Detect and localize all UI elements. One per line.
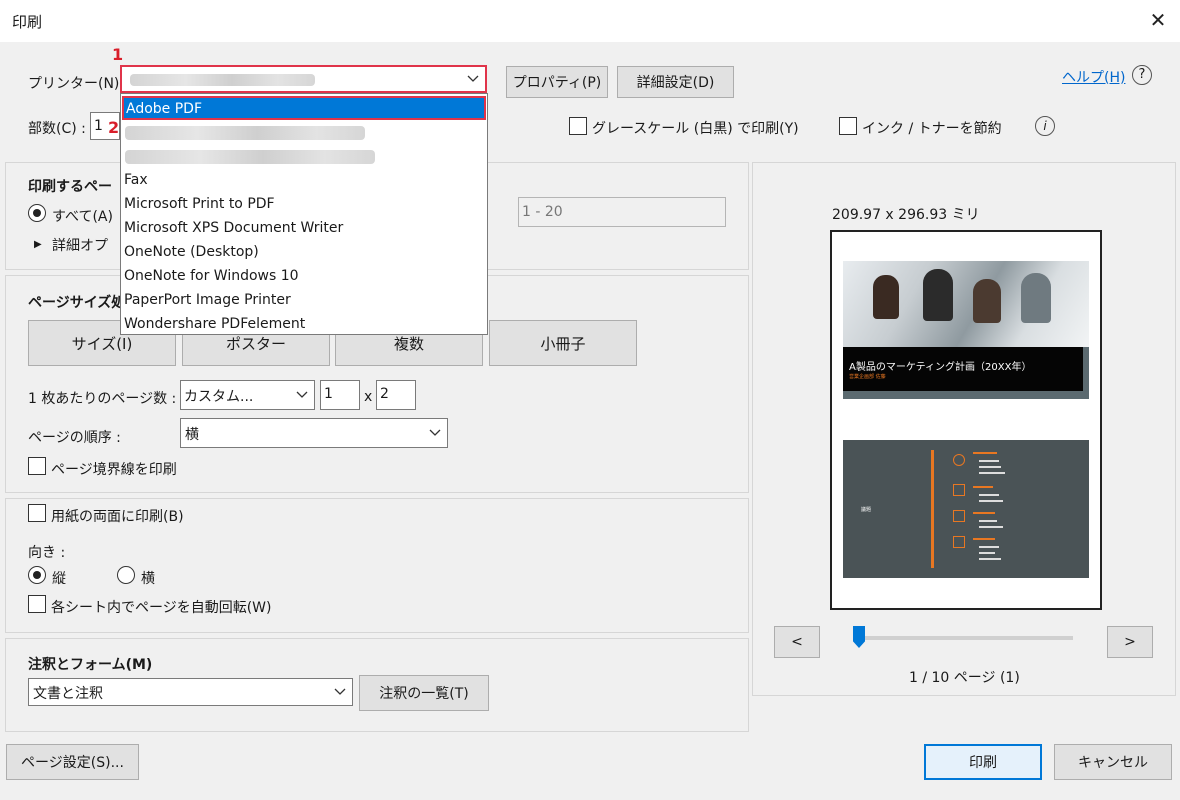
expand-triangle-icon[interactable]: ▶ bbox=[34, 239, 42, 250]
all-pages-label: すべて(A) bbox=[52, 209, 113, 225]
times-label: x bbox=[364, 389, 373, 405]
pages-per-sheet-select[interactable]: カスタム... bbox=[180, 380, 315, 410]
page-setup-button[interactable]: ページ設定(S)... bbox=[6, 744, 139, 780]
grayscale-label: グレースケール (白黒) で印刷(Y) bbox=[592, 121, 799, 137]
printer-option-onenote-desktop[interactable]: OneNote (Desktop) bbox=[124, 244, 259, 260]
comments-title: 注釈とフォーム(M) bbox=[28, 657, 153, 673]
auto-rotate-checkbox[interactable] bbox=[28, 595, 46, 613]
save-ink-checkbox[interactable] bbox=[839, 117, 857, 135]
page-range-input[interactable]: 1 - 20 bbox=[518, 197, 726, 227]
printer-option-ms-print-to-pdf[interactable]: Microsoft Print to PDF bbox=[124, 196, 275, 212]
save-ink-label: インク / トナーを節約 bbox=[862, 121, 1002, 137]
landscape-radio[interactable] bbox=[117, 566, 135, 584]
printer-option-fax[interactable]: Fax bbox=[124, 172, 148, 188]
help-icon[interactable]: ? bbox=[1132, 65, 1152, 85]
portrait-label: 縦 bbox=[52, 571, 66, 587]
window-title: 印刷 bbox=[12, 13, 43, 31]
redacted-printer-option[interactable] bbox=[125, 126, 365, 140]
pages-per-sheet-label: 1 枚あたりのページ数 : bbox=[28, 391, 177, 407]
pages-per-sheet-value: カスタム... bbox=[184, 389, 254, 405]
page-info: 1 / 10 ページ (1) bbox=[909, 670, 1020, 686]
comments-select[interactable]: 文書と注釈 bbox=[28, 678, 353, 706]
properties-button[interactable]: プロパティ(P) bbox=[506, 66, 608, 98]
cancel-button[interactable]: キャンセル bbox=[1054, 744, 1172, 780]
title-bar bbox=[0, 0, 1180, 42]
all-pages-radio[interactable] bbox=[28, 204, 46, 222]
rows-input[interactable]: 2 bbox=[376, 380, 416, 410]
slide2-image: 議題 bbox=[843, 440, 1089, 578]
auto-rotate-label: 各シート内でページを自動回転(W) bbox=[51, 600, 272, 616]
chevron-down-icon bbox=[290, 383, 314, 407]
page-order-label: ページの順序 : bbox=[28, 430, 121, 446]
duplex-label: 用紙の両面に印刷(B) bbox=[51, 509, 184, 525]
page-order-select[interactable]: 横 bbox=[180, 418, 448, 448]
close-icon[interactable]: ✕ bbox=[1146, 6, 1170, 34]
printer-option-wondershare[interactable]: Wondershare PDFelement bbox=[124, 316, 305, 332]
page-dimensions: 209.97 x 296.93 ミリ bbox=[832, 207, 980, 223]
copies-label: 部数(C) : bbox=[28, 121, 86, 137]
landscape-label: 横 bbox=[141, 571, 155, 587]
duplex-checkbox[interactable] bbox=[28, 504, 46, 522]
summarize-comments-button[interactable]: 注釈の一覧(T) bbox=[359, 675, 489, 711]
slide1-image: A製品のマーケティング計画（20XX年） 営業企画部 佐藤 bbox=[843, 261, 1089, 399]
printer-label: プリンター(N) : bbox=[28, 76, 129, 92]
marker-1: 1 bbox=[112, 45, 124, 64]
page-border-checkbox[interactable] bbox=[28, 457, 46, 475]
printer-select[interactable] bbox=[120, 65, 487, 93]
orientation-label: 向き : bbox=[28, 545, 66, 561]
redacted-printer-option[interactable] bbox=[125, 150, 375, 164]
portrait-radio[interactable] bbox=[28, 566, 46, 584]
printer-option-onenote-win10[interactable]: OneNote for Windows 10 bbox=[124, 268, 299, 284]
more-options-label[interactable]: 詳細オプ bbox=[52, 235, 108, 255]
page-order-value: 横 bbox=[185, 427, 199, 443]
prev-page-button[interactable]: < bbox=[774, 626, 820, 658]
page-border-label: ページ境界線を印刷 bbox=[51, 462, 177, 478]
slide1-title: A製品のマーケティング計画（20XX年） bbox=[849, 362, 1032, 373]
printer-dropdown-list: Adobe PDF Fax Microsoft Print to PDF Mic… bbox=[120, 93, 488, 335]
columns-input[interactable]: 1 bbox=[320, 380, 360, 410]
marker-2: 2 bbox=[108, 118, 120, 137]
page-slider-track[interactable] bbox=[853, 636, 1073, 640]
preview-page: A製品のマーケティング計画（20XX年） 営業企画部 佐藤 議題 bbox=[830, 230, 1102, 610]
printer-option-ms-xps-writer[interactable]: Microsoft XPS Document Writer bbox=[124, 220, 343, 236]
print-button[interactable]: 印刷 bbox=[924, 744, 1042, 780]
printer-option-paperport[interactable]: PaperPort Image Printer bbox=[124, 292, 291, 308]
chevron-down-icon bbox=[461, 67, 485, 91]
comments-value: 文書と注釈 bbox=[33, 686, 103, 702]
slide1-subtitle: 営業企画部 佐藤 bbox=[849, 374, 886, 380]
next-page-button[interactable]: > bbox=[1107, 626, 1153, 658]
printer-option-adobe-pdf[interactable]: Adobe PDF bbox=[122, 96, 486, 120]
slide2-label: 議題 bbox=[861, 507, 872, 513]
advanced-button[interactable]: 詳細設定(D) bbox=[617, 66, 734, 98]
printer-name-redacted bbox=[130, 74, 315, 86]
help-link[interactable]: ヘルプ(H) bbox=[1062, 67, 1125, 87]
page-size-title: ページサイズ処 bbox=[28, 295, 126, 311]
grayscale-checkbox[interactable] bbox=[569, 117, 587, 135]
chevron-down-icon bbox=[328, 680, 352, 704]
chevron-down-icon bbox=[423, 421, 447, 445]
info-icon[interactable]: i bbox=[1035, 116, 1055, 136]
tab-booklet[interactable]: 小冊子 bbox=[489, 320, 637, 366]
pages-title: 印刷するペー bbox=[28, 179, 112, 195]
